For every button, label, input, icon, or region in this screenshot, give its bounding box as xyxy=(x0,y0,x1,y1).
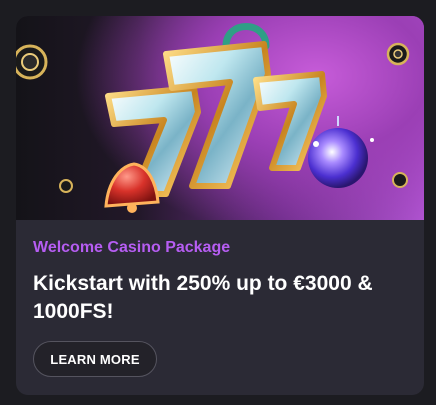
casino-chip-icon xyxy=(59,179,73,193)
promo-card[interactable]: Welcome Casino Package Kickstart with 25… xyxy=(16,16,424,395)
promo-text: Welcome Casino Package Kickstart with 25… xyxy=(33,238,407,326)
casino-chip-icon xyxy=(392,172,408,188)
disco-ball-icon xyxy=(308,116,374,188)
casino-chip-icon xyxy=(16,44,48,80)
promo-title: Welcome Casino Package xyxy=(33,239,231,256)
promo-headline: Kickstart with 250% up to €3000 & 1000FS… xyxy=(33,272,373,323)
promo-banner-image xyxy=(16,16,424,220)
casino-chip-icon xyxy=(386,42,410,66)
learn-more-button[interactable]: LEARN MORE xyxy=(33,341,157,377)
